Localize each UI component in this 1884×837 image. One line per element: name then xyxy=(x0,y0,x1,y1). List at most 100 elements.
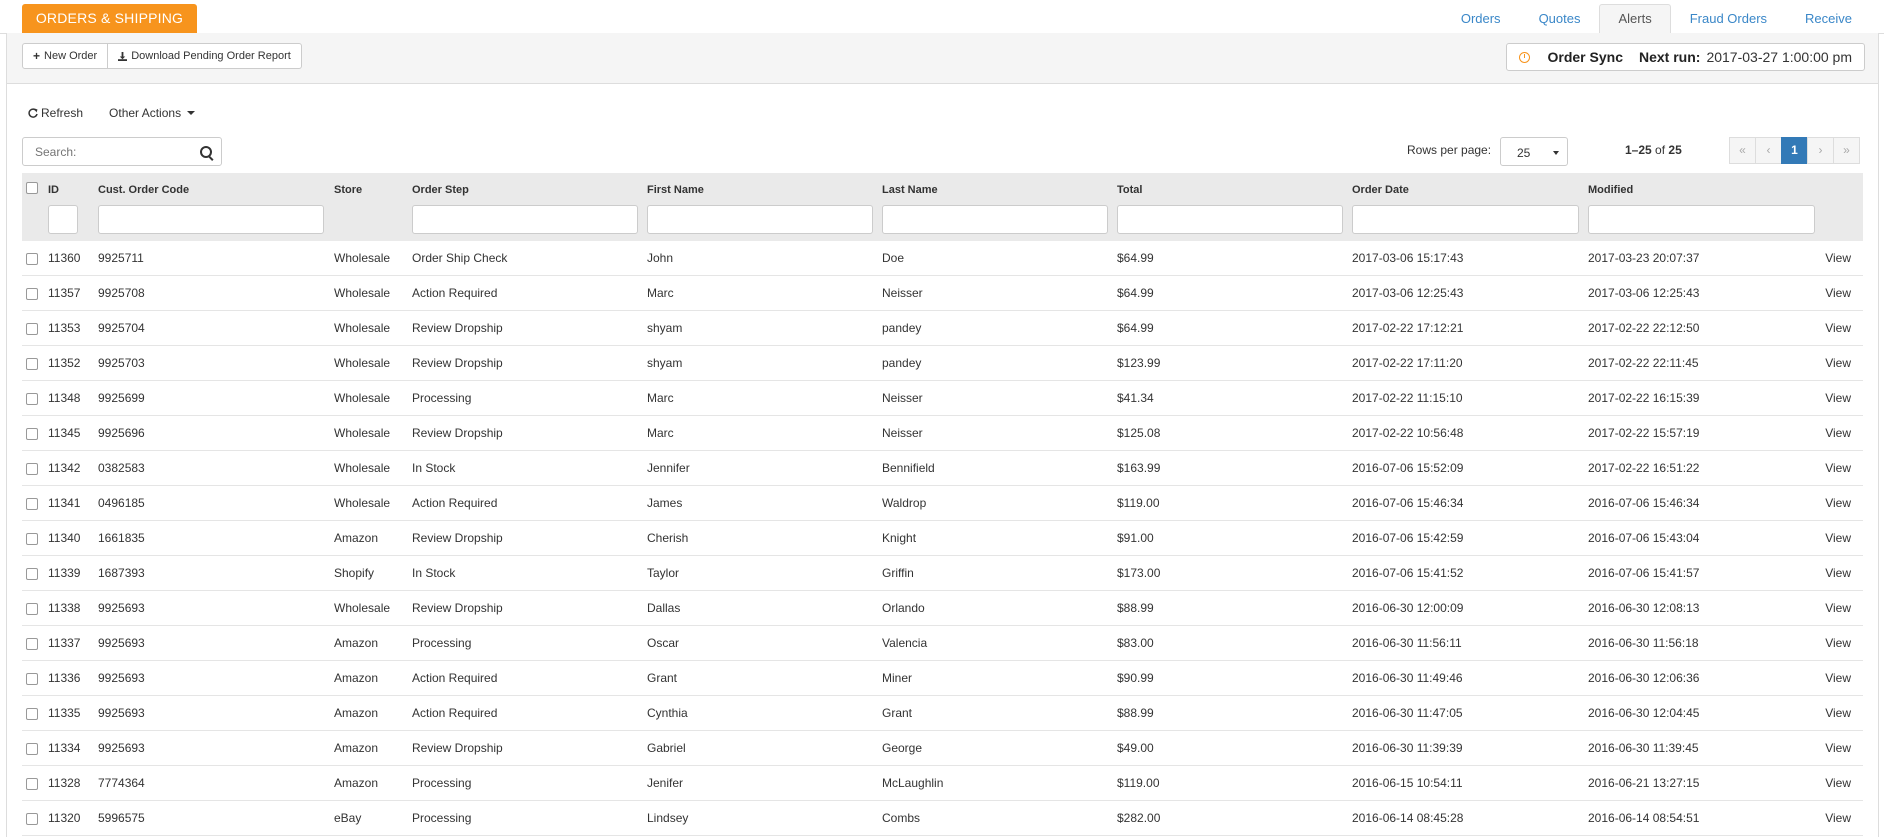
search-icon[interactable] xyxy=(200,146,212,158)
cell-store[interactable]: Amazon xyxy=(334,730,412,766)
cell-cust-order-code[interactable]: 9925708 xyxy=(98,275,334,311)
view-link[interactable]: View xyxy=(1824,450,1863,486)
table-row[interactable]: 11360 9925711 Wholesale Order Ship Check Joh… xyxy=(22,241,1863,276)
new-order-button[interactable]: + New Order xyxy=(22,43,109,69)
view-link[interactable]: View xyxy=(1824,485,1863,521)
refresh-button[interactable]: Refresh xyxy=(28,106,83,120)
filter-last-name[interactable] xyxy=(882,205,1108,234)
cell-store[interactable]: Shopify xyxy=(334,555,412,591)
cell-cust-order-code[interactable]: 9925704 xyxy=(98,310,334,346)
view-link[interactable]: View xyxy=(1824,590,1863,626)
row-checkbox[interactable] xyxy=(26,532,38,545)
cell-store[interactable]: Wholesale xyxy=(334,380,412,416)
view-link[interactable]: View xyxy=(1824,660,1863,696)
cell-store[interactable]: Wholesale xyxy=(334,415,412,451)
column-header-last-name[interactable]: Last Name xyxy=(882,173,1117,204)
filter-total[interactable] xyxy=(1117,205,1343,234)
view-link[interactable]: View xyxy=(1824,520,1863,556)
table-row[interactable]: 11342 0382583 Wholesale In Stock Jennifer Ben… xyxy=(22,450,1863,486)
table-row[interactable]: 11348 9925699 Wholesale Processing Marc Neiss… xyxy=(22,380,1863,416)
column-header-id[interactable]: ID xyxy=(48,173,98,204)
view-link[interactable]: View xyxy=(1824,625,1863,661)
row-checkbox[interactable] xyxy=(26,567,38,580)
row-checkbox[interactable] xyxy=(26,812,38,825)
row-checkbox[interactable] xyxy=(26,707,38,720)
row-checkbox[interactable] xyxy=(26,602,38,615)
filter-order-date[interactable] xyxy=(1352,205,1579,234)
view-link[interactable]: View xyxy=(1824,695,1863,731)
table-row[interactable]: 11345 9925696 Wholesale Review Dropship Marc… xyxy=(22,415,1863,451)
column-header-modified[interactable]: Modified xyxy=(1588,173,1824,204)
row-checkbox[interactable] xyxy=(26,742,38,755)
cell-cust-order-code[interactable]: 9925703 xyxy=(98,345,334,381)
view-link[interactable]: View xyxy=(1824,555,1863,591)
cell-store[interactable]: Wholesale xyxy=(334,450,412,486)
table-row[interactable]: 11320 5996575 eBay Processing Lindsey Combs $2… xyxy=(22,800,1863,836)
view-link[interactable]: View xyxy=(1824,380,1863,416)
cell-cust-order-code[interactable]: 9925693 xyxy=(98,660,334,696)
cell-store[interactable]: eBay xyxy=(334,800,412,836)
cell-cust-order-code[interactable]: 1661835 xyxy=(98,520,334,556)
table-row[interactable]: 11357 9925708 Wholesale Action Required Marc… xyxy=(22,275,1863,311)
next-page-button[interactable]: › xyxy=(1807,137,1834,164)
tab-alerts[interactable]: Alerts xyxy=(1599,4,1671,34)
cell-store[interactable]: Wholesale xyxy=(334,590,412,626)
cell-store[interactable]: Wholesale xyxy=(334,485,412,521)
column-header-cust-order-code[interactable]: Cust. Order Code xyxy=(98,173,334,204)
search-input[interactable] xyxy=(33,144,197,160)
view-link[interactable]: View xyxy=(1824,800,1863,836)
download-report-button[interactable]: Download Pending Order Report xyxy=(108,43,302,69)
filter-first-name[interactable] xyxy=(647,205,873,234)
table-row[interactable]: 11353 9925704 Wholesale Review Dropship shya… xyxy=(22,310,1863,346)
cell-store[interactable]: Amazon xyxy=(334,765,412,801)
row-checkbox[interactable] xyxy=(26,462,38,475)
filter-modified[interactable] xyxy=(1588,205,1815,234)
tab-receive[interactable]: Receive xyxy=(1786,4,1871,33)
table-row[interactable]: 11341 0496185 Wholesale Action Required Jame… xyxy=(22,485,1863,521)
cell-cust-order-code[interactable]: 7774364 xyxy=(98,765,334,801)
view-link[interactable]: View xyxy=(1824,241,1863,276)
cell-cust-order-code[interactable]: 9925693 xyxy=(98,730,334,766)
table-row[interactable]: 11339 1687393 Shopify In Stock Taylor Griffin… xyxy=(22,555,1863,591)
last-page-button[interactable]: » xyxy=(1833,137,1860,164)
row-checkbox[interactable] xyxy=(26,672,38,685)
cell-store[interactable]: Wholesale xyxy=(334,275,412,311)
view-link[interactable]: View xyxy=(1824,765,1863,801)
rows-per-page-select[interactable]: 25 xyxy=(1500,137,1568,166)
filter-cust-order-code[interactable] xyxy=(98,205,324,234)
first-page-button[interactable]: « xyxy=(1729,137,1756,164)
row-checkbox[interactable] xyxy=(26,252,38,265)
cell-store[interactable]: Amazon xyxy=(334,625,412,661)
tab-fraud-orders[interactable]: Fraud Orders xyxy=(1671,4,1786,33)
column-header-store[interactable]: Store xyxy=(334,173,412,204)
cell-store[interactable]: Wholesale xyxy=(334,241,412,276)
other-actions-dropdown[interactable]: Other Actions xyxy=(109,106,196,120)
view-link[interactable]: View xyxy=(1824,345,1863,381)
row-checkbox[interactable] xyxy=(26,357,38,370)
table-row[interactable]: 11336 9925693 Amazon Action Required Grant Mi… xyxy=(22,660,1863,696)
tab-orders[interactable]: Orders xyxy=(1442,4,1520,33)
row-checkbox[interactable] xyxy=(26,322,38,335)
filter-id[interactable] xyxy=(48,205,78,234)
view-link[interactable]: View xyxy=(1824,730,1863,766)
view-link[interactable]: View xyxy=(1824,275,1863,311)
view-link[interactable]: View xyxy=(1824,415,1863,451)
cell-store[interactable]: Wholesale xyxy=(334,310,412,346)
column-header-total[interactable]: Total xyxy=(1117,173,1352,204)
table-row[interactable]: 11352 9925703 Wholesale Review Dropship shya… xyxy=(22,345,1863,381)
table-row[interactable]: 11337 9925693 Amazon Processing Oscar Valenci… xyxy=(22,625,1863,661)
view-link[interactable]: View xyxy=(1824,310,1863,346)
brand-tab[interactable]: ORDERS & SHIPPING xyxy=(22,4,197,33)
cell-cust-order-code[interactable]: 9925711 xyxy=(98,241,334,276)
row-checkbox[interactable] xyxy=(26,287,38,300)
cell-store[interactable]: Wholesale xyxy=(334,345,412,381)
cell-cust-order-code[interactable]: 0382583 xyxy=(98,450,334,486)
tab-quotes[interactable]: Quotes xyxy=(1520,4,1600,33)
table-row[interactable]: 11328 7774364 Amazon Processing Jenifer McLau… xyxy=(22,765,1863,801)
table-row[interactable]: 11338 9925693 Wholesale Review Dropship Dall… xyxy=(22,590,1863,626)
row-checkbox[interactable] xyxy=(26,637,38,650)
select-all-checkbox[interactable] xyxy=(26,182,38,195)
row-checkbox[interactable] xyxy=(26,392,38,405)
cell-cust-order-code[interactable]: 9925693 xyxy=(98,695,334,731)
column-header-order-step[interactable]: Order Step xyxy=(412,173,647,204)
